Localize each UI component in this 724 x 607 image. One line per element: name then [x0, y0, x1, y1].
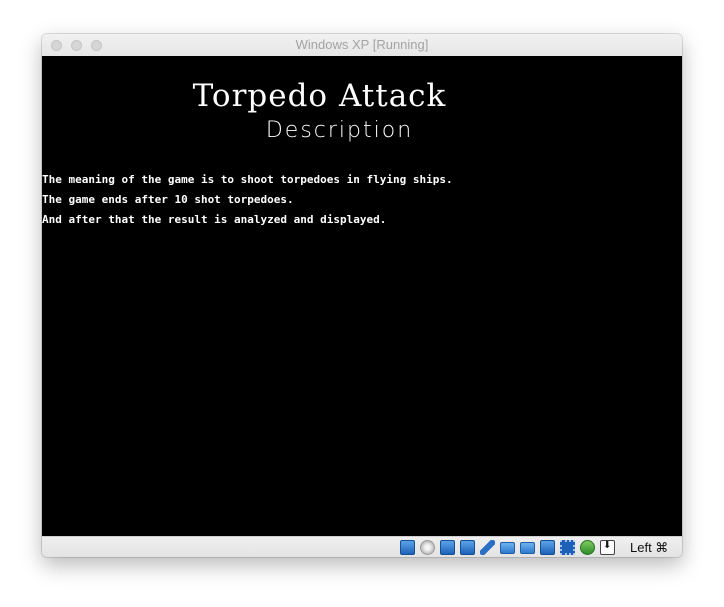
vm-window: Windows XP [Running] Torpedo Attack Desc… — [42, 34, 682, 557]
window-title: Windows XP [Running] — [295, 37, 429, 52]
network-icon[interactable] — [460, 540, 475, 555]
description-line: The game ends after 10 shot torpedoes. — [42, 193, 294, 206]
shared-folders-icon[interactable] — [500, 541, 515, 554]
audio-icon[interactable] — [440, 540, 455, 555]
title-bar[interactable]: Windows XP [Running] — [42, 34, 682, 57]
description-line: The meaning of the game is to shoot torp… — [42, 173, 453, 186]
hard-disk-icon[interactable] — [400, 540, 415, 555]
description-line: And after that the result is analyzed an… — [42, 213, 387, 226]
status-bar: Left ⌘ — [42, 536, 682, 557]
host-key-label[interactable]: Left ⌘ — [630, 540, 668, 556]
mouse-integration-icon[interactable] — [580, 540, 595, 555]
vm-screen[interactable]: Torpedo Attack Description The meaning o… — [42, 56, 682, 536]
game-title: Torpedo Attack — [192, 78, 447, 114]
cpu-icon[interactable] — [560, 540, 575, 555]
usb-icon[interactable] — [480, 540, 495, 555]
game-subtitle: Description — [265, 118, 414, 143]
display-icon[interactable] — [520, 541, 535, 554]
optical-drive-icon[interactable] — [420, 540, 435, 555]
device-icons — [400, 539, 615, 556]
video-capture-icon[interactable] — [540, 540, 555, 555]
keyboard-capture-icon[interactable] — [600, 540, 615, 555]
